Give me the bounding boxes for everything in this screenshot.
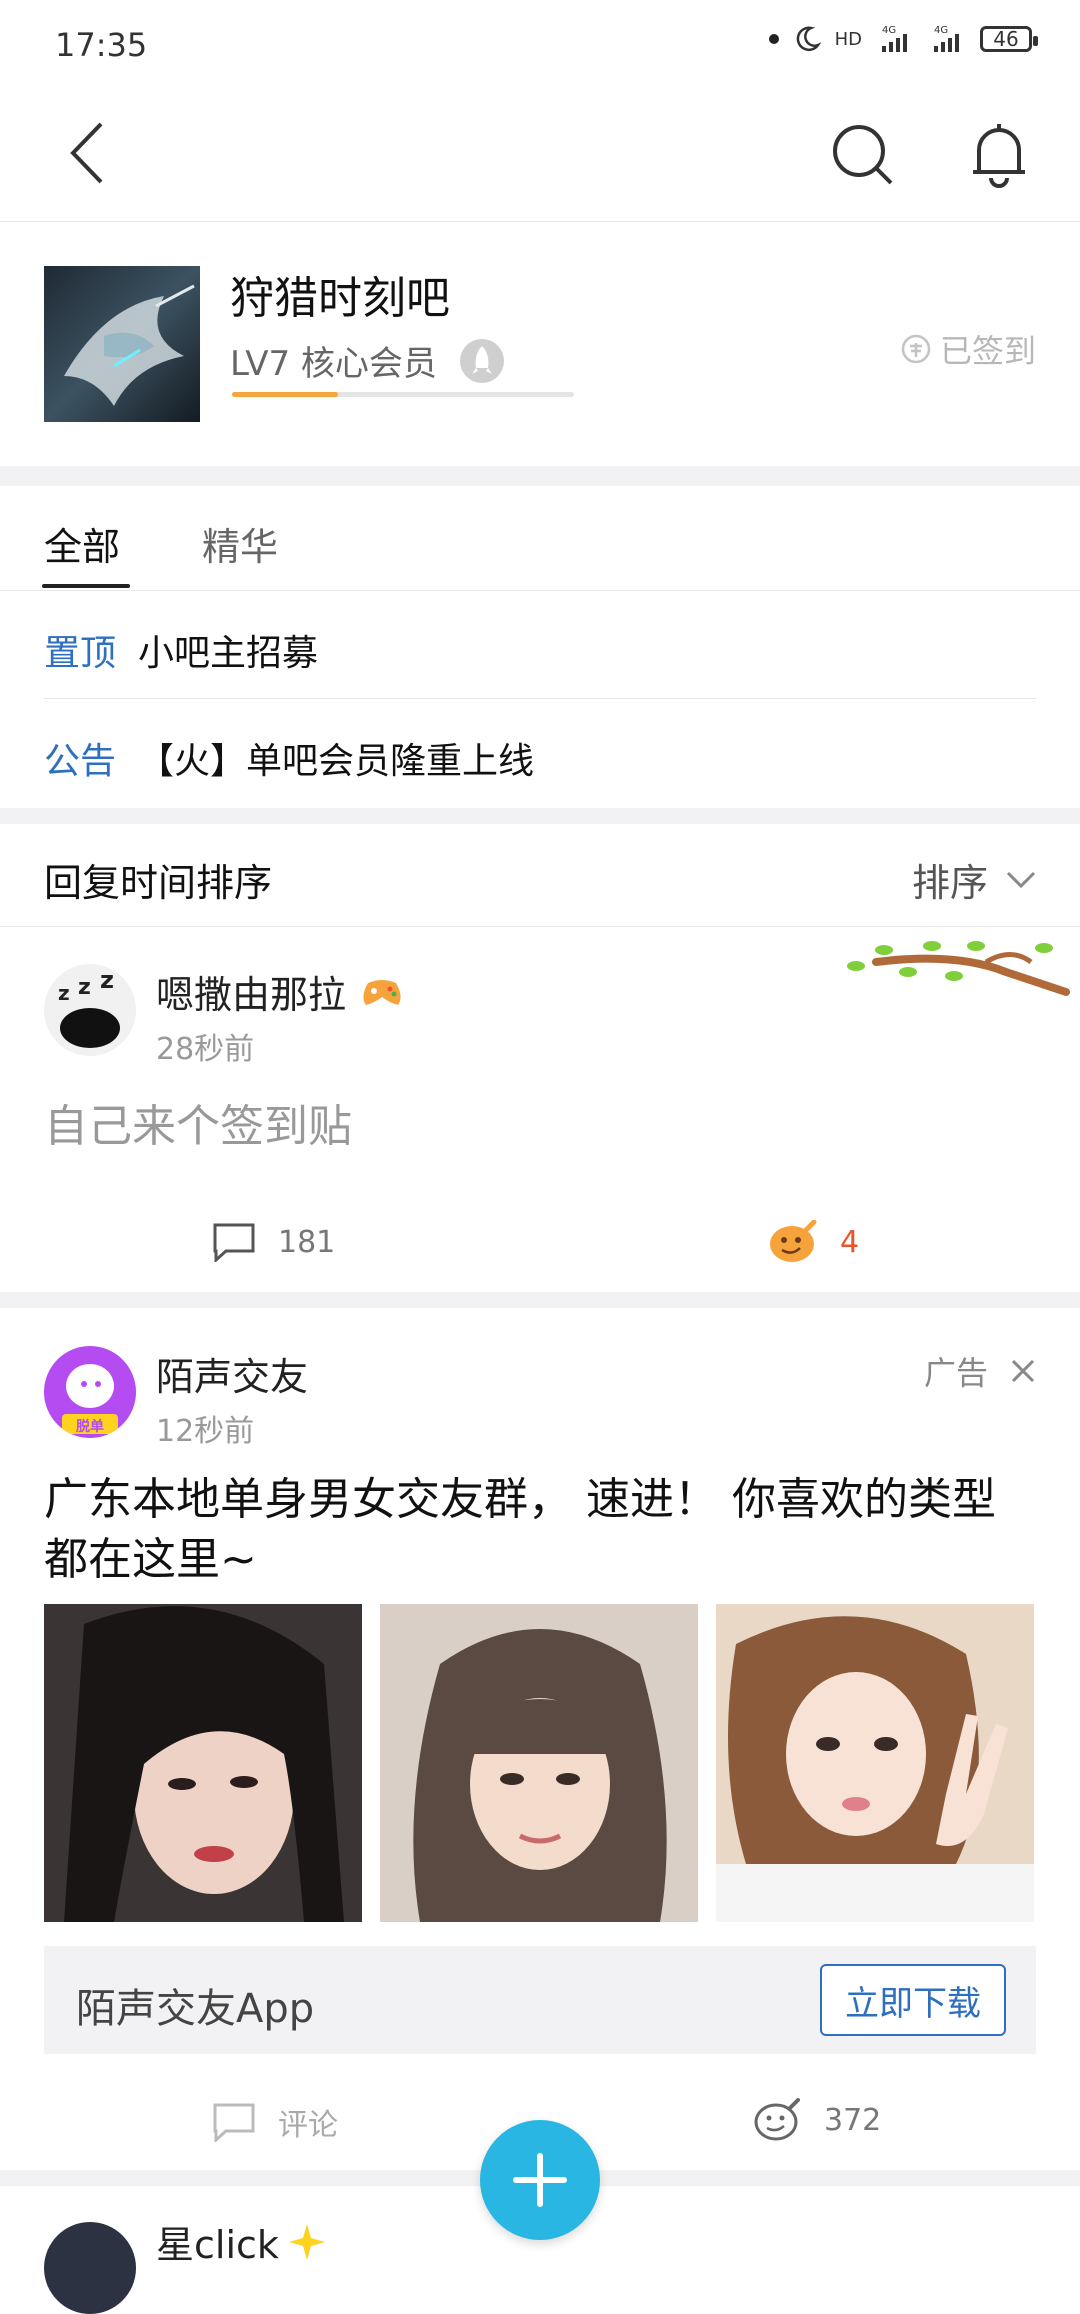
portrait-photo-2	[380, 1604, 698, 1922]
ad-photo-2[interactable]	[380, 1604, 698, 1922]
level-progress-bar	[232, 392, 574, 397]
gamepad-icon	[363, 979, 401, 1005]
checkin-badge-icon	[901, 334, 931, 364]
post-time: 28秒前	[156, 1032, 255, 1067]
chevron-left-icon	[70, 122, 103, 184]
announcement-tag: 公告	[44, 741, 117, 782]
svg-text:z: z	[78, 975, 91, 1000]
pinned-tag: 置顶	[44, 633, 117, 674]
tab-all[interactable]: 全部	[44, 516, 120, 571]
ad-advertiser-name[interactable]: 陌声交友	[156, 1346, 308, 1401]
next-post-author-name: 星click	[156, 2223, 279, 2267]
ad-comment-label: 评论	[278, 2108, 338, 2143]
member-level: LV7 核心会员	[230, 336, 505, 385]
ad-time: 12秒前	[156, 1414, 255, 1449]
ad-app-name: 陌声交友App	[76, 1986, 315, 2032]
pinned-text: 小吧主招募	[138, 633, 319, 674]
sort-button[interactable]: 排序	[912, 852, 1036, 907]
sort-button-label: 排序	[911, 861, 988, 905]
sort-divider	[0, 926, 1080, 927]
plus-icon	[513, 2153, 567, 2207]
pinned-item-announcement[interactable]: 公告 【火】单吧会员隆重上线	[44, 732, 534, 784]
svg-text:4G: 4G	[882, 25, 896, 36]
pinned-item-recruit[interactable]: 置顶 小吧主招募	[44, 624, 318, 676]
dragon-image	[44, 266, 200, 422]
post-title[interactable]: 自己来个签到贴	[44, 1090, 352, 1154]
section-separator	[0, 466, 1080, 486]
thumbs-up-face-icon	[770, 1220, 817, 1262]
comment-count: 181	[278, 1224, 336, 1260]
tab-featured[interactable]: 精华	[202, 516, 278, 571]
forum-name: 狩猎时刻吧	[230, 273, 450, 324]
post-author[interactable]: 嗯撒由那拉	[156, 964, 404, 1019]
svg-text:z: z	[100, 966, 114, 994]
signal-icon: 4G	[882, 25, 907, 52]
portrait-photo-3	[716, 1604, 1034, 1922]
ad-app-bar[interactable]: 陌声交友App 立即下载	[44, 1946, 1036, 2054]
thumbs-up-face-icon	[754, 2098, 800, 2141]
dot-icon	[768, 34, 779, 44]
section-separator-2	[0, 808, 1080, 824]
reaction-button[interactable]: 4	[766, 1220, 859, 1264]
download-button[interactable]: 立即下载	[820, 1964, 1006, 2036]
announcement-text: 【火】单吧会员隆重上线	[138, 741, 535, 782]
comment-icon	[213, 1223, 255, 1262]
search-icon	[833, 125, 893, 185]
back-button[interactable]	[52, 118, 122, 188]
next-post-avatar[interactable]	[44, 2222, 136, 2314]
ad-like-count: 372	[824, 2102, 882, 2138]
tabs-divider	[0, 590, 1080, 591]
create-post-button[interactable]	[480, 2120, 600, 2240]
sort-mode-label: 回复时间排序	[44, 861, 273, 905]
section-separator-3	[0, 1292, 1080, 1308]
notifications-button[interactable]	[962, 118, 1036, 192]
ad-photo-1[interactable]	[44, 1604, 362, 1922]
reaction-count: 4	[840, 1224, 860, 1260]
post-author-name: 嗯撒由那拉	[156, 973, 347, 1017]
forum-avatar[interactable]	[44, 266, 200, 422]
ad-body-text[interactable]: 广东本地单身男女交友群， 速进！ 你喜欢的类型都在这里~	[44, 1470, 1034, 1590]
comment-button[interactable]: 181	[212, 1222, 335, 1262]
ad-comment-button[interactable]: 评论	[212, 2100, 338, 2144]
ad-label-group: 广告	[924, 1348, 1036, 1394]
pinned-divider	[44, 698, 1036, 699]
network-hd-label: HD	[834, 28, 862, 50]
tab-active-indicator	[42, 584, 130, 588]
chevron-down-icon	[1006, 871, 1036, 888]
ad-avatar-badge: 脱单	[76, 1419, 104, 1435]
checked-in-status[interactable]: 已签到	[900, 326, 1036, 372]
portrait-photo-1	[44, 1604, 362, 1922]
branch-decoration-icon	[847, 941, 1070, 996]
bell-icon	[973, 124, 1025, 188]
sleeping-avatar-icon: z z z	[58, 966, 120, 1048]
status-icons: HD 4G 4G 46	[768, 24, 1038, 54]
battery-icon: 46	[980, 26, 1038, 52]
user-avatar[interactable]: z z z	[44, 964, 136, 1056]
svg-text:4G: 4G	[934, 25, 948, 36]
ad-label: 广告	[923, 1354, 988, 1392]
ad-photo-3[interactable]	[716, 1604, 1034, 1922]
close-icon[interactable]	[1010, 1358, 1036, 1384]
svg-text:z: z	[58, 981, 70, 1005]
level-progress-fill	[232, 392, 339, 397]
checked-in-label: 已签到	[939, 332, 1036, 370]
ad-like-button[interactable]: 372	[752, 2098, 881, 2142]
signal-icon-2: 4G	[934, 25, 959, 52]
status-time: 17:35	[55, 26, 148, 64]
moon-icon	[796, 26, 821, 52]
sparkle-icon	[288, 2223, 325, 2260]
header-divider	[0, 221, 1080, 222]
ad-avatar[interactable]: 脱单	[44, 1346, 136, 1438]
next-post-author[interactable]: 星click	[156, 2214, 327, 2269]
battery-level: 46	[993, 27, 1019, 51]
rocket-icon	[459, 338, 504, 383]
comment-icon	[213, 2103, 255, 2142]
search-button[interactable]	[826, 118, 900, 192]
level-label: LV7 核心会员	[230, 344, 437, 384]
